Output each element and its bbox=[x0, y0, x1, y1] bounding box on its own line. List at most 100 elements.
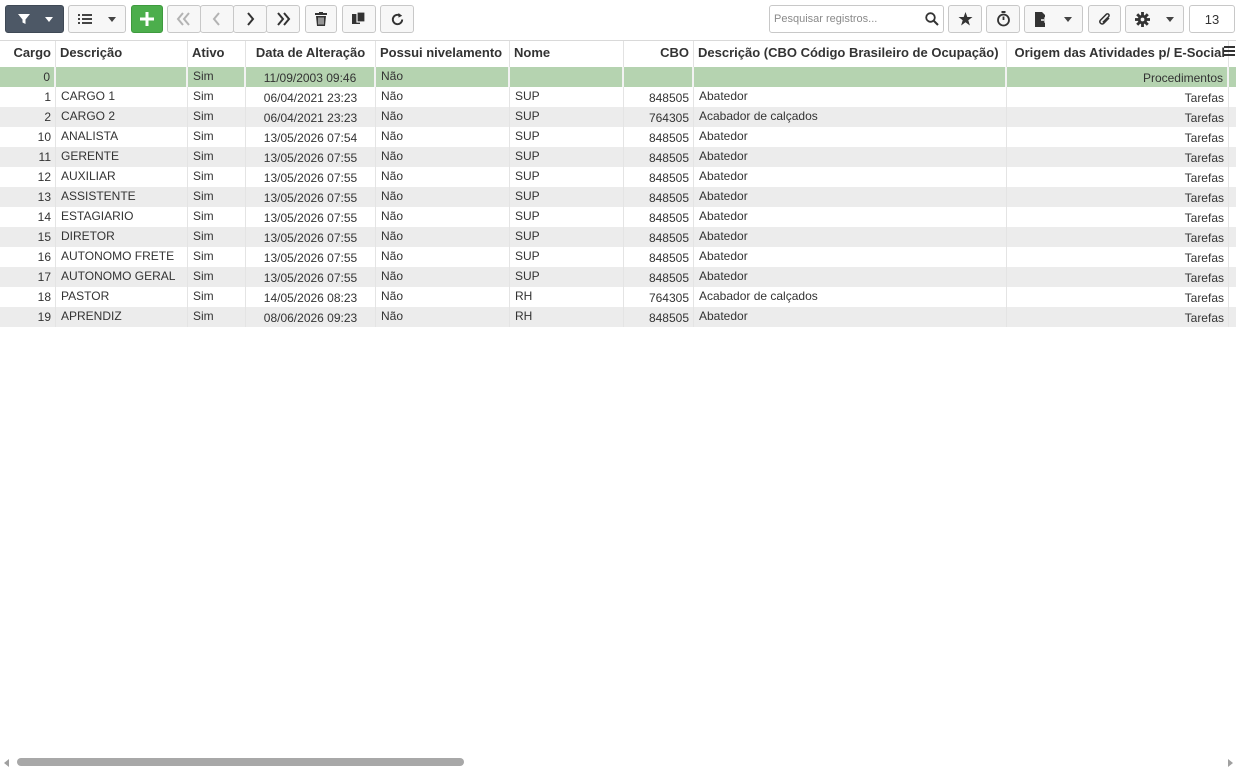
cell-cbo-descricao[interactable]: Abatedor bbox=[694, 187, 1007, 207]
cell-ativo[interactable]: Sim bbox=[188, 267, 246, 287]
cell-cargo[interactable]: 10 bbox=[0, 127, 56, 147]
cell-possui-nivelamento[interactable]: Não bbox=[376, 147, 510, 167]
table-row[interactable]: 16 AUTONOMO FRETE Sim 13/05/2026 07:55 Não SU… bbox=[0, 247, 1236, 267]
cell-cargo[interactable]: 11 bbox=[0, 147, 56, 167]
attachments-button[interactable] bbox=[1088, 5, 1121, 33]
cell-ativo[interactable]: Sim bbox=[188, 227, 246, 247]
cell-origem-atividades[interactable]: Tarefas bbox=[1007, 127, 1229, 147]
cell-cargo[interactable]: 1 bbox=[0, 87, 56, 107]
cell-cbo[interactable]: 848505 bbox=[624, 207, 694, 227]
cell-descricao[interactable]: PASTOR bbox=[56, 287, 188, 307]
table-row[interactable]: 0 Sim 11/09/2003 09:46 Não Procedimentos bbox=[0, 67, 1236, 87]
cell-cbo[interactable]: 848505 bbox=[624, 227, 694, 247]
cell-nome[interactable]: SUP bbox=[510, 147, 624, 167]
cell-possui-nivelamento[interactable]: Não bbox=[376, 207, 510, 227]
cell-possui-nivelamento[interactable]: Não bbox=[376, 287, 510, 307]
cell-ativo[interactable]: Sim bbox=[188, 287, 246, 307]
table-row[interactable]: 15 DIRETOR Sim 13/05/2026 07:55 Não SUP 848505… bbox=[0, 227, 1236, 247]
cell-possui-nivelamento[interactable]: Não bbox=[376, 107, 510, 127]
cell-data-alteracao[interactable]: 13/05/2026 07:55 bbox=[246, 227, 376, 247]
cell-ativo[interactable]: Sim bbox=[188, 207, 246, 227]
cell-nome[interactable]: SUP bbox=[510, 167, 624, 187]
cell-nome[interactable]: SUP bbox=[510, 127, 624, 147]
table-row[interactable]: 13 ASSISTENTE Sim 13/05/2026 07:55 Não SUP 848… bbox=[0, 187, 1236, 207]
cell-possui-nivelamento[interactable]: Não bbox=[376, 67, 510, 87]
first-page-button[interactable] bbox=[167, 5, 201, 33]
delete-button[interactable] bbox=[305, 5, 337, 33]
copy-button[interactable] bbox=[342, 5, 376, 33]
cell-cbo-descricao[interactable]: Abatedor bbox=[694, 87, 1007, 107]
favorites-button[interactable] bbox=[948, 5, 982, 33]
cell-cbo-descricao[interactable]: Acabador de calçados bbox=[694, 107, 1007, 127]
cell-cbo[interactable]: 848505 bbox=[624, 267, 694, 287]
table-row[interactable]: 11 GERENTE Sim 13/05/2026 07:55 Não SUP 848505… bbox=[0, 147, 1236, 167]
cell-data-alteracao[interactable]: 13/05/2026 07:55 bbox=[246, 247, 376, 267]
cell-possui-nivelamento[interactable]: Não bbox=[376, 267, 510, 287]
cell-descricao[interactable]: DIRETOR bbox=[56, 227, 188, 247]
cell-origem-atividades[interactable]: Tarefas bbox=[1007, 267, 1229, 287]
export-dropdown-button[interactable] bbox=[1024, 5, 1083, 33]
timer-button[interactable] bbox=[986, 5, 1020, 33]
table-row[interactable]: 12 AUXILIAR Sim 13/05/2026 07:55 Não SUP 84850… bbox=[0, 167, 1236, 187]
cell-cbo-descricao[interactable]: Abatedor bbox=[694, 147, 1007, 167]
refresh-button[interactable] bbox=[380, 5, 414, 33]
cell-cbo-descricao[interactable] bbox=[694, 67, 1007, 87]
cell-data-alteracao[interactable]: 13/05/2026 07:55 bbox=[246, 267, 376, 287]
cell-data-alteracao[interactable]: 13/05/2026 07:55 bbox=[246, 207, 376, 227]
cell-data-alteracao[interactable]: 13/05/2026 07:55 bbox=[246, 187, 376, 207]
filter-dropdown-button[interactable] bbox=[5, 5, 64, 33]
cell-data-alteracao[interactable]: 13/05/2026 07:54 bbox=[246, 127, 376, 147]
table-row[interactable]: 1 CARGO 1 Sim 06/04/2021 23:23 Não SUP 848505 A… bbox=[0, 87, 1236, 107]
cell-origem-atividades[interactable]: Tarefas bbox=[1007, 147, 1229, 167]
cell-cbo-descricao[interactable]: Abatedor bbox=[694, 127, 1007, 147]
cell-origem-atividades[interactable]: Tarefas bbox=[1007, 247, 1229, 267]
cell-cbo-descricao[interactable]: Abatedor bbox=[694, 267, 1007, 287]
cell-origem-atividades[interactable]: Tarefas bbox=[1007, 187, 1229, 207]
cell-possui-nivelamento[interactable]: Não bbox=[376, 227, 510, 247]
cell-descricao[interactable]: AUTONOMO FRETE bbox=[56, 247, 188, 267]
cell-descricao[interactable]: AUTONOMO GERAL bbox=[56, 267, 188, 287]
cell-descricao[interactable]: CARGO 1 bbox=[56, 87, 188, 107]
cell-nome[interactable]: SUP bbox=[510, 87, 624, 107]
cell-data-alteracao[interactable]: 08/06/2026 09:23 bbox=[246, 307, 376, 327]
cell-cargo[interactable]: 13 bbox=[0, 187, 56, 207]
cell-data-alteracao[interactable]: 06/04/2021 23:23 bbox=[246, 87, 376, 107]
cell-data-alteracao[interactable]: 14/05/2026 08:23 bbox=[246, 287, 376, 307]
last-page-button[interactable] bbox=[266, 5, 300, 33]
cell-data-alteracao[interactable]: 06/04/2021 23:23 bbox=[246, 107, 376, 127]
column-header-cbo[interactable]: CBO bbox=[624, 41, 694, 67]
cell-possui-nivelamento[interactable]: Não bbox=[376, 127, 510, 147]
column-header-data-alteracao[interactable]: Data de Alteração bbox=[246, 41, 376, 67]
cell-cargo[interactable]: 14 bbox=[0, 207, 56, 227]
cell-nome[interactable]: SUP bbox=[510, 187, 624, 207]
column-header-nome[interactable]: Nome bbox=[510, 41, 624, 67]
cell-cbo[interactable]: 848505 bbox=[624, 247, 694, 267]
table-row[interactable]: 19 APRENDIZ Sim 08/06/2026 09:23 Não RH 848505… bbox=[0, 307, 1236, 327]
list-view-dropdown-button[interactable] bbox=[68, 5, 126, 33]
table-row[interactable]: 18 PASTOR Sim 14/05/2026 08:23 Não RH 764305 Ac… bbox=[0, 287, 1236, 307]
search-icon[interactable] bbox=[925, 12, 939, 31]
cell-possui-nivelamento[interactable]: Não bbox=[376, 167, 510, 187]
cell-origem-atividades[interactable]: Tarefas bbox=[1007, 307, 1229, 327]
cell-ativo[interactable]: Sim bbox=[188, 247, 246, 267]
cell-nome[interactable]: RH bbox=[510, 287, 624, 307]
column-header-origem-atividades[interactable]: Origem das Atividades p/ E-Social bbox=[1007, 41, 1229, 67]
cell-possui-nivelamento[interactable]: Não bbox=[376, 307, 510, 327]
column-header-descricao[interactable]: Descrição bbox=[56, 41, 188, 67]
cell-cargo[interactable]: 0 bbox=[0, 67, 56, 87]
cell-cbo[interactable]: 848505 bbox=[624, 87, 694, 107]
cell-cbo[interactable] bbox=[624, 67, 694, 87]
cell-nome[interactable] bbox=[510, 67, 624, 87]
cell-origem-atividades[interactable]: Tarefas bbox=[1007, 87, 1229, 107]
cell-cargo[interactable]: 18 bbox=[0, 287, 56, 307]
table-row[interactable]: 14 ESTAGIARIO Sim 13/05/2026 07:55 Não SUP 848… bbox=[0, 207, 1236, 227]
cell-cbo[interactable]: 848505 bbox=[624, 147, 694, 167]
cell-cbo[interactable]: 848505 bbox=[624, 167, 694, 187]
column-header-cbo-descricao[interactable]: Descrição (CBO Código Brasileiro de Ocup… bbox=[694, 41, 1007, 67]
scroll-right-icon[interactable] bbox=[1228, 759, 1233, 767]
cell-cbo-descricao[interactable]: Acabador de calçados bbox=[694, 287, 1007, 307]
cell-cargo[interactable]: 12 bbox=[0, 167, 56, 187]
cell-possui-nivelamento[interactable]: Não bbox=[376, 87, 510, 107]
cell-cbo[interactable]: 764305 bbox=[624, 287, 694, 307]
cell-origem-atividades[interactable]: Tarefas bbox=[1007, 107, 1229, 127]
